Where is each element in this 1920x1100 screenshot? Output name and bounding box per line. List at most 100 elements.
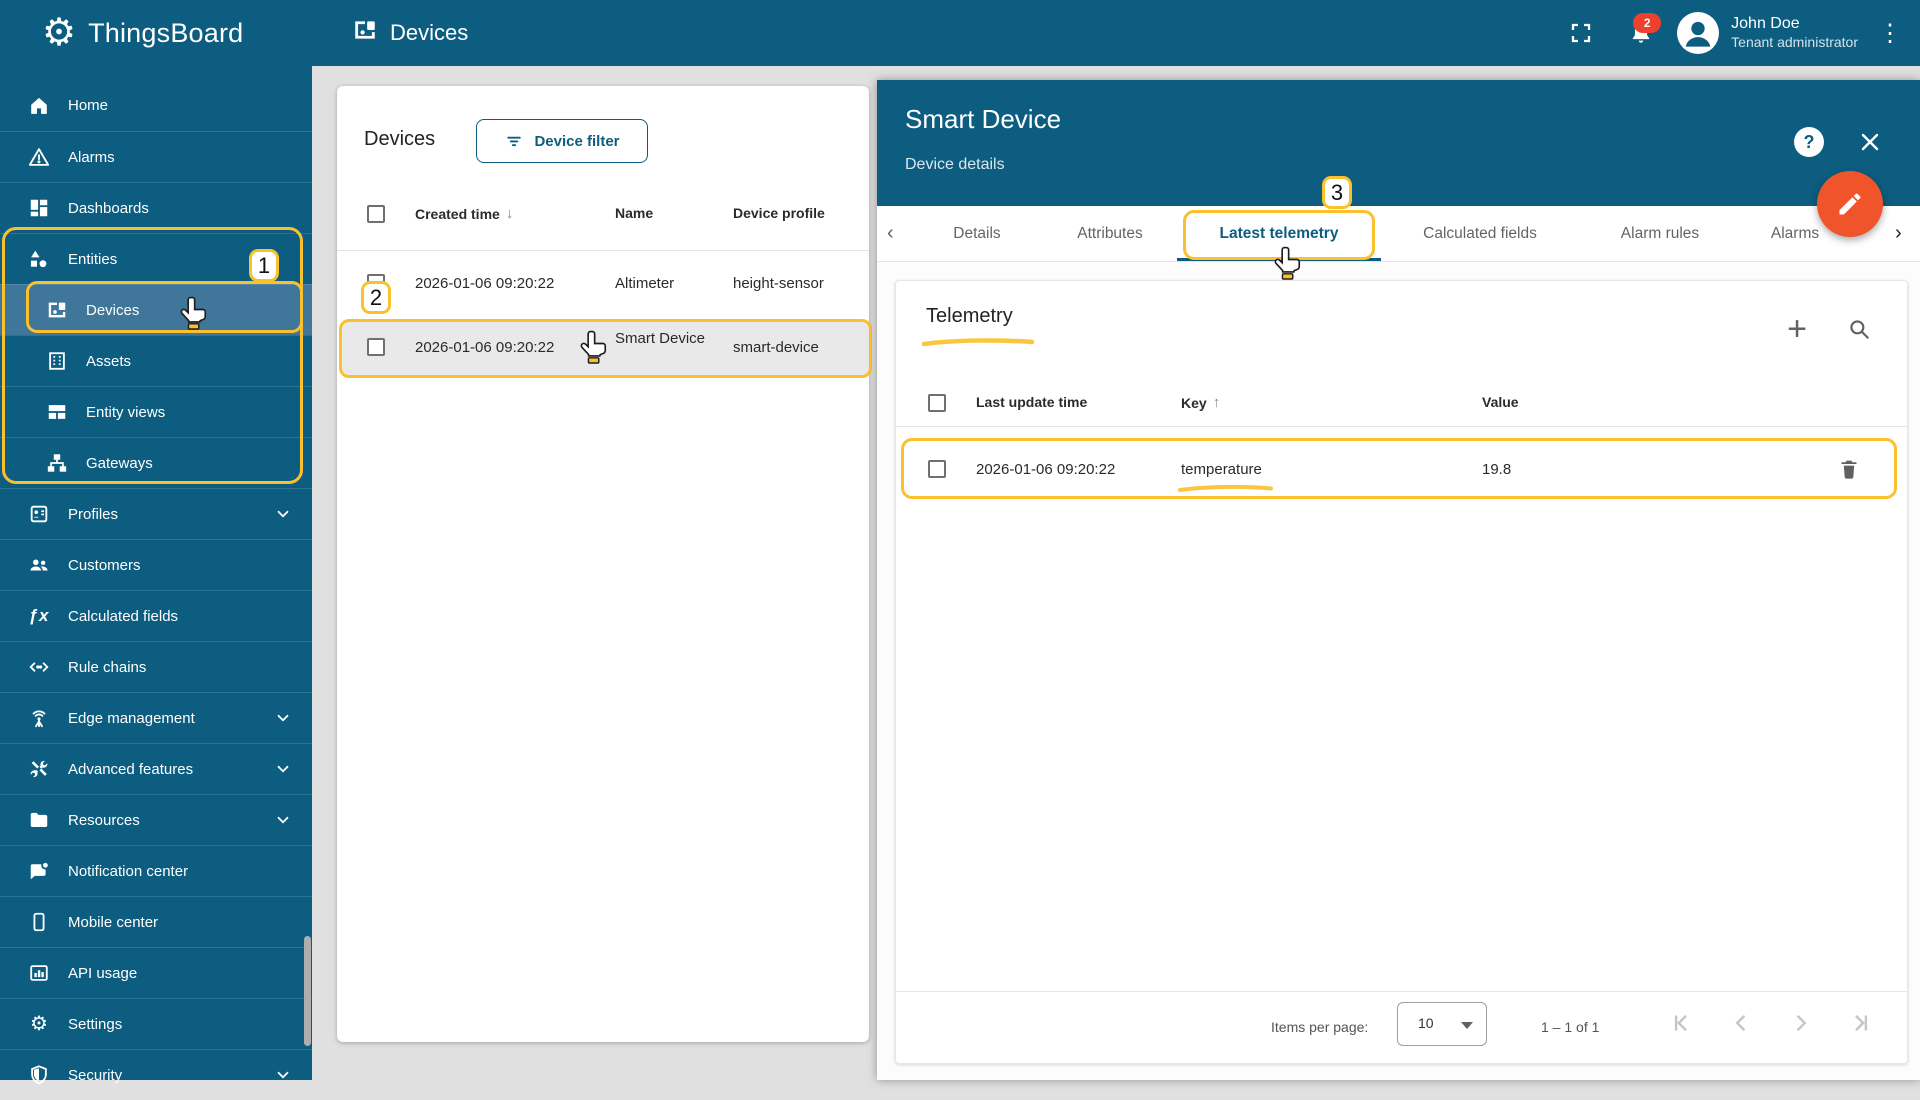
sidebar-item-label: Profiles <box>68 505 119 523</box>
column-header-value[interactable]: Value <box>1482 394 1519 410</box>
tab-alarms[interactable]: Alarms <box>1771 206 1819 262</box>
column-header-name[interactable]: Name <box>615 205 653 221</box>
tools-icon <box>27 757 51 781</box>
column-header-created-time[interactable]: Created time ↓ <box>415 205 513 222</box>
select-all-checkbox[interactable] <box>367 205 385 223</box>
thingsboard-logo[interactable]: ⚙ ThingsBoard <box>42 10 243 56</box>
tab-alarm-rules[interactable]: Alarm rules <box>1621 206 1699 262</box>
telemetry-card: Telemetry + Last update time Key ↑ Value … <box>895 280 1908 1064</box>
tabs-scroll-right-icon[interactable]: › <box>1895 222 1902 245</box>
sidebar-item-customers[interactable]: Customers <box>0 539 312 590</box>
devices-icon <box>352 17 378 49</box>
tab-attributes[interactable]: Attributes <box>1077 206 1142 262</box>
sidebar-item-entity-views[interactable]: Entity views <box>0 386 312 437</box>
sidebar-item-label: Alarms <box>68 148 115 166</box>
avatar[interactable] <box>1677 12 1720 54</box>
sidebar-item-mobile-center[interactable]: Mobile center <box>0 896 312 947</box>
hand-cursor <box>180 296 207 330</box>
sidebar-item-api-usage[interactable]: API usage <box>0 947 312 998</box>
fx-icon: ƒx <box>28 606 50 625</box>
fullscreen-icon <box>1572 23 1591 43</box>
user-info[interactable]: John Doe Tenant administrator <box>1731 14 1858 52</box>
search-telemetry-button[interactable] <box>1841 311 1877 347</box>
home-icon <box>27 94 51 118</box>
user-role: Tenant administrator <box>1731 34 1858 51</box>
device-filter-button[interactable]: Device filter <box>476 119 648 163</box>
pencil-icon <box>1839 193 1861 215</box>
table-divider <box>896 426 1907 427</box>
brand-name: ThingsBoard <box>88 17 244 48</box>
step-2-badge: 2 <box>361 281 391 314</box>
sidebar-item-dashboards[interactable]: Dashboards <box>0 182 312 233</box>
dashboard-grid-icon <box>27 196 51 220</box>
sidebar-item-devices[interactable]: Devices <box>0 284 312 335</box>
sidebar-item-advanced-features[interactable]: Advanced features <box>0 743 312 794</box>
hand-cursor <box>580 330 607 364</box>
sidebar-item-calculated-fields[interactable]: ƒx Calculated fields <box>0 590 312 641</box>
delete-telemetry-button[interactable] <box>1831 451 1867 487</box>
trash-icon <box>1841 460 1857 479</box>
sidebar-item-label: Security <box>68 1066 123 1084</box>
row-checkbox[interactable] <box>928 460 946 478</box>
next-page-button[interactable] <box>1788 1010 1814 1036</box>
tab-details[interactable]: Details <box>953 206 1000 262</box>
sidebar-item-rule-chains[interactable]: Rule chains <box>0 641 312 692</box>
breadcrumb: Devices <box>352 17 468 49</box>
sidebar-item-label: Rule chains <box>68 658 147 676</box>
items-per-page-label: Items per page: <box>1271 1019 1369 1035</box>
table-divider <box>337 250 869 251</box>
sidebar-item-security[interactable]: Security <box>0 1049 312 1100</box>
previous-page-button[interactable] <box>1728 1010 1754 1036</box>
fullscreen-button[interactable] <box>1559 11 1603 55</box>
last-page-button[interactable] <box>1848 1010 1874 1036</box>
chevron-down-icon <box>274 709 292 727</box>
tabs-scroll-left-icon[interactable]: ‹ <box>887 222 894 245</box>
sidebar-item-notification-center[interactable]: Notification center <box>0 845 312 896</box>
device-details-panel: Smart Device Device details ? ‹ Details … <box>877 80 1920 1080</box>
sidebar-item-label: Gateways <box>86 454 153 472</box>
column-header-key[interactable]: Key ↑ <box>1181 394 1220 411</box>
items-per-page-select[interactable]: 10 <box>1397 1002 1487 1046</box>
cell-device-profile: height-sensor <box>733 275 824 292</box>
help-button[interactable]: ? <box>1794 127 1824 157</box>
sidebar-scrollbar[interactable] <box>304 936 311 1046</box>
edit-fab-button[interactable] <box>1817 171 1883 237</box>
column-header-device-profile[interactable]: Device profile <box>733 205 825 221</box>
first-page-icon <box>1674 1015 1687 1031</box>
row-checkbox[interactable] <box>367 338 385 356</box>
search-icon <box>1850 320 1869 339</box>
breadcrumb-label: Devices <box>390 20 469 45</box>
tab-calculated-fields[interactable]: Calculated fields <box>1423 206 1537 262</box>
notification-flag-icon <box>27 859 51 883</box>
sidebar-item-gateways[interactable]: Gateways <box>0 437 312 488</box>
sidebar-item-label: API usage <box>68 964 138 982</box>
bar-chart-icon <box>27 961 51 985</box>
sidebar-item-assets[interactable]: Assets <box>0 335 312 386</box>
column-header-last-update-time[interactable]: Last update time <box>976 394 1087 410</box>
add-telemetry-button[interactable]: + <box>1779 310 1815 348</box>
paginator-range: 1 – 1 of 1 <box>1541 1019 1600 1035</box>
device-filter-label: Device filter <box>534 132 620 150</box>
sort-asc-icon: ↑ <box>1212 394 1221 411</box>
sidebar-item-settings[interactable]: ⚙ Settings <box>0 998 312 1049</box>
notifications-button[interactable]: 2 <box>1619 11 1663 55</box>
telemetry-paginator: Items per page: 10 1 – 1 of 1 <box>896 991 1907 1063</box>
sidebar-item-resources[interactable]: Resources <box>0 794 312 845</box>
close-button[interactable] <box>1858 130 1882 154</box>
chevron-down-icon <box>274 505 292 523</box>
page-size-value: 10 <box>1418 1015 1434 1031</box>
sidebar-item-label: Entity views <box>86 403 166 421</box>
cell-created-time: 2026-01-06 09:20:22 <box>415 339 555 356</box>
sidebar-item-edge-management[interactable]: Edge management <box>0 692 312 743</box>
chevron-right-icon <box>1797 1015 1807 1031</box>
folder-icon <box>27 808 51 832</box>
first-page-button[interactable] <box>1668 1010 1694 1036</box>
chevron-down-icon <box>274 811 292 829</box>
sidebar-item-profiles[interactable]: Profiles <box>0 488 312 539</box>
details-panel-header: Smart Device Device details ? <box>877 80 1920 206</box>
select-all-checkbox[interactable] <box>928 394 946 412</box>
sidebar-item-alarms[interactable]: Alarms <box>0 131 312 182</box>
kebab-menu-icon[interactable]: ⋮ <box>1872 19 1920 48</box>
sidebar-item-label: Mobile center <box>68 913 159 931</box>
sidebar-item-home[interactable]: Home <box>0 80 312 131</box>
